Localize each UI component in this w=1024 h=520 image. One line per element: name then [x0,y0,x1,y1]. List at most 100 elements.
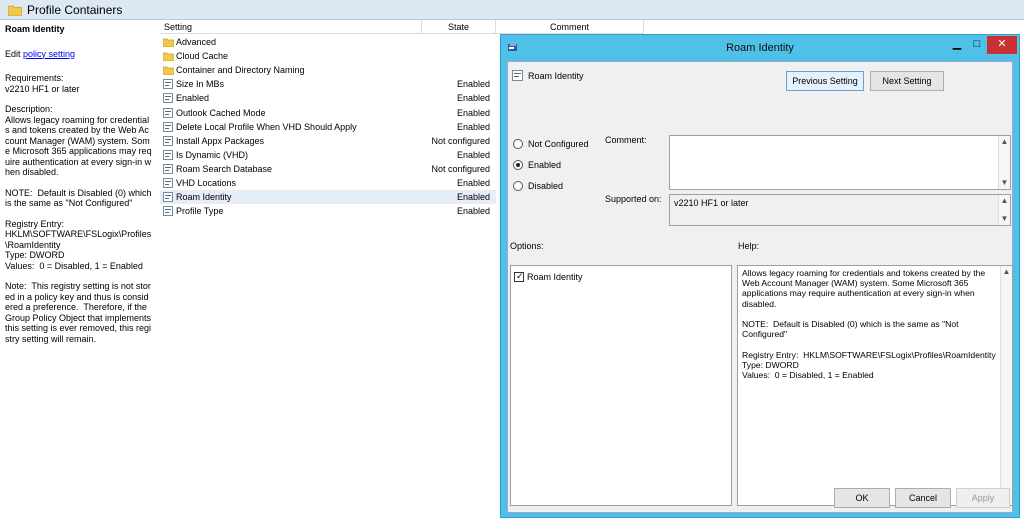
comment-textarea[interactable]: ▲ ▼ [669,135,1011,190]
policy-dialog: Roam Identity ▁ □ ✕ Roam Identity Previo… [500,34,1020,518]
radio-not-configured-dot [513,139,523,149]
page-title: Profile Containers [27,3,123,17]
table-row[interactable]: Roam Identity Enabled [160,190,496,205]
previous-setting-button[interactable]: Previous Setting [786,71,864,91]
radio-enabled[interactable]: Enabled [513,159,603,171]
folder-icon [7,5,23,18]
cancel-button[interactable]: Cancel [895,488,951,508]
table-row[interactable]: Roam Search Database Not configured [160,162,496,176]
supported-on-label: Supported on: [605,194,662,204]
table-row[interactable]: Install Appx Packages Not configured [160,134,496,148]
setting-state: Enabled [456,192,490,203]
column-header-comment[interactable]: Comment [496,20,644,34]
close-button[interactable]: ✕ [987,36,1017,54]
setting-name: Container and Directory Naming [176,65,305,76]
scroll-down-icon[interactable]: ▼ [999,177,1010,189]
description-block: Description: Allows legacy roaming for c… [5,104,153,178]
setting-name: VHD Locations [176,178,237,188]
supported-on-field: v2210 HF1 or later ▲ ▼ [669,194,1011,226]
policy-name: Roam Identity [528,71,584,81]
registry-type: Type: DWORD [5,250,65,260]
registry-path: HKLM\SOFTWARE\FSLogix\Profiles\RoamIdent… [5,229,152,250]
roam-identity-checkbox[interactable]: ✓ [514,271,524,282]
next-setting-button[interactable]: Next Setting [870,71,944,91]
scroll-up-icon[interactable]: ▲ [999,136,1010,148]
setting-name: Enabled [176,93,210,104]
dialog-titlebar[interactable]: Roam Identity ▁ □ ✕ [501,35,1019,61]
table-row[interactable]: Delete Local Profile When VHD Should App… [160,120,496,134]
table-row[interactable]: Cloud Cache [160,49,496,63]
scroll-up-icon[interactable]: ▲ [999,195,1010,207]
setting-state: Enabled [456,107,490,118]
note-block: NOTE: Default is Disabled (0) which is t… [5,187,155,209]
preference-note: Note: This registry setting is not store… [5,281,154,344]
maximize-button[interactable]: □ [967,36,987,54]
help-label: Help: [738,241,760,251]
apply-button[interactable]: Apply [956,488,1010,508]
setting-name: Delete Local Profile When VHD Should App… [176,121,357,132]
ok-button[interactable]: OK [834,488,890,508]
minimize-icon: ▁ [952,38,962,50]
help-scrollbar[interactable]: ▲ ▼ [1000,266,1012,505]
supported-on-value: v2210 HF1 or later [674,198,749,208]
edit-policy-link[interactable]: policy setting [23,49,75,59]
setting-name: Install Appx Packages [176,135,265,146]
table-row[interactable]: VHD Locations Enabled [160,176,496,190]
table-row[interactable]: Is Dynamic (VHD) Enabled [160,148,496,162]
table-row[interactable]: Outlook Cached Mode Enabled [160,106,496,120]
comment-scrollbar[interactable]: ▲ ▼ [998,136,1010,189]
setting-name: Is Dynamic (VHD) [176,149,249,160]
radio-not-configured-label: Not Configured [528,139,589,149]
table-row[interactable]: Size In MBs Enabled [160,77,496,91]
header-bar: Profile Containers [0,0,1024,20]
setting-state: Not configured [431,163,490,174]
setting-state: Enabled [456,79,490,90]
policy-icon [512,70,523,83]
radio-enabled-label: Enabled [528,160,562,170]
setting-name: Cloud Cache [176,51,229,62]
setting-name: Profile Type [176,206,224,217]
dialog-body: Roam Identity Previous Setting Next Sett… [507,61,1013,513]
checkmark-icon: ✓ [516,271,524,281]
setting-name: Roam Identity [176,192,232,203]
setting-state: Enabled [456,121,490,132]
setting-state: Not configured [431,135,490,146]
table-row[interactable]: Profile Type Enabled [160,204,496,218]
registry-values: Values: 0 = Disabled, 1 = Enabled [5,260,143,271]
options-panel: ✓ Roam Identity [510,265,732,506]
setting-name: Advanced [176,37,217,47]
column-header-state[interactable]: State [422,20,496,34]
help-text: Allows legacy roaming for credentials an… [742,268,996,381]
registry-label: Registry Entry: [5,218,65,229]
setting-state: Enabled [456,149,490,160]
edit-prefix: Edit [5,48,24,59]
options-label: Options: [510,241,544,251]
minimize-button[interactable]: ▁ [947,36,967,54]
policy-heading: Roam Identity [5,24,65,34]
help-panel: Allows legacy roaming for credentials an… [737,265,1013,506]
dialog-title: Roam Identity [726,42,794,54]
setting-state: Enabled [456,178,490,188]
scroll-up-icon[interactable]: ▲ [1001,266,1012,278]
table-row[interactable]: Container and Directory Naming [160,63,496,77]
setting-name: Size In MBs [176,79,225,90]
requirements-block: Requirements: v2210 HF1 or later [5,73,153,94]
comment-label: Comment: [605,135,647,145]
column-header-setting[interactable]: Setting [160,20,422,34]
description-label: Description: [5,104,53,114]
radio-not-configured[interactable]: Not Configured [513,138,603,150]
requirements-value: v2210 HF1 or later [5,83,80,94]
policy-icon [163,206,173,220]
requirements-label: Requirements: [5,73,64,83]
scroll-down-icon[interactable]: ▼ [999,213,1010,225]
supported-scrollbar[interactable]: ▲ ▼ [998,195,1010,225]
setting-state: Enabled [456,206,490,217]
table-row[interactable]: Enabled Enabled [160,91,496,105]
maximize-icon: □ [973,38,981,50]
radio-disabled[interactable]: Disabled [513,180,603,192]
description-text: Allows legacy roaming for credentials an… [5,114,152,178]
radio-enabled-dot [513,160,523,170]
setting-name: Roam Search Database [176,163,273,174]
table-row[interactable]: Advanced [160,35,496,49]
close-icon: ✕ [997,38,1007,50]
